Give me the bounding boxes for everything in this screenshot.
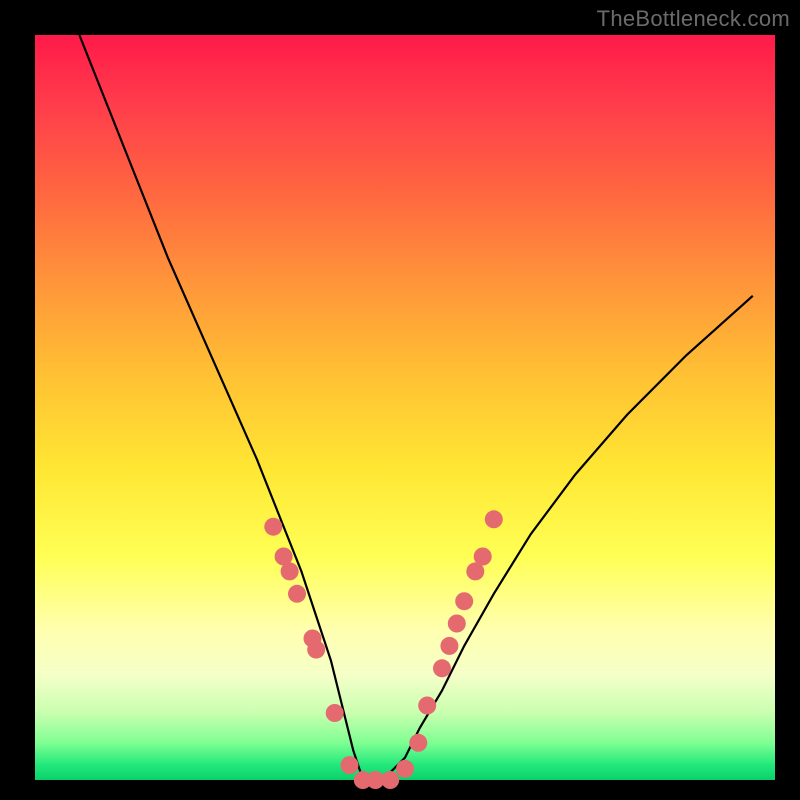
curve-marker bbox=[326, 704, 344, 722]
bottleneck-curve bbox=[79, 35, 752, 780]
curve-marker bbox=[341, 756, 359, 774]
watermark-text: TheBottleneck.com bbox=[597, 6, 790, 32]
curve-marker bbox=[281, 562, 299, 580]
curve-marker bbox=[485, 510, 503, 528]
curve-markers bbox=[264, 510, 503, 789]
curve-marker bbox=[455, 592, 473, 610]
curve-marker bbox=[307, 641, 325, 659]
curve-marker bbox=[381, 771, 399, 789]
chart-frame: TheBottleneck.com bbox=[0, 0, 800, 800]
curve-marker bbox=[448, 615, 466, 633]
curve-marker bbox=[474, 548, 492, 566]
curve-marker bbox=[264, 518, 282, 536]
curve-marker bbox=[418, 697, 436, 715]
curve-marker bbox=[396, 760, 414, 778]
curve-marker bbox=[433, 659, 451, 677]
bottleneck-curve-svg bbox=[35, 35, 775, 780]
curve-marker bbox=[440, 637, 458, 655]
curve-marker bbox=[409, 734, 427, 752]
curve-marker bbox=[288, 585, 306, 603]
